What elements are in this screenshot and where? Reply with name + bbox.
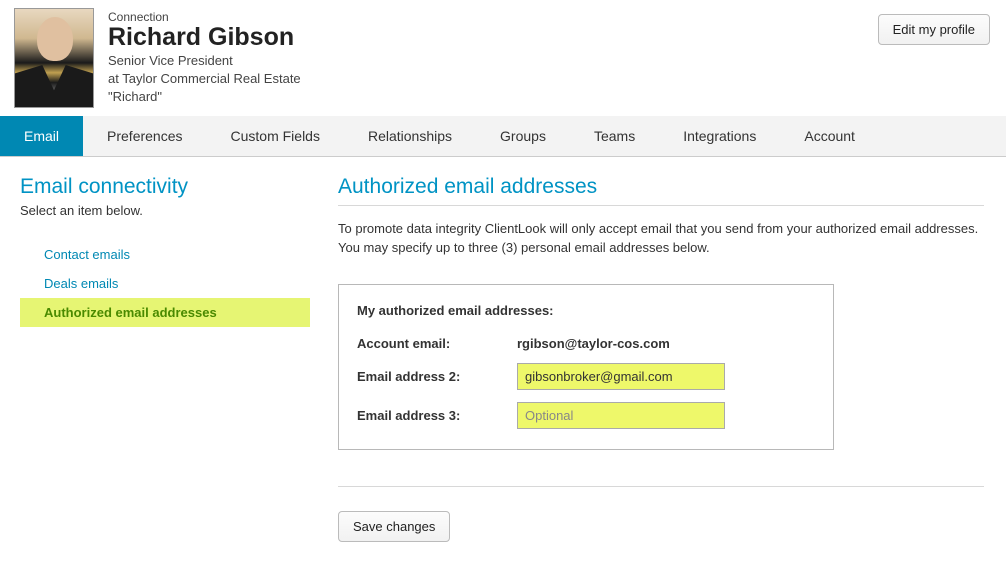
sidebar-title: Email connectivity bbox=[20, 175, 310, 199]
save-button[interactable]: Save changes bbox=[338, 511, 450, 542]
sidebar-item-label: Authorized email addresses bbox=[20, 302, 310, 323]
sidebar-item-label: Deals emails bbox=[20, 273, 310, 294]
email2-input[interactable] bbox=[517, 363, 725, 390]
tab-custom-fields[interactable]: Custom Fields bbox=[207, 116, 344, 156]
profile-header: Connection Richard Gibson Senior Vice Pr… bbox=[0, 0, 1006, 112]
tab-preferences[interactable]: Preferences bbox=[83, 116, 206, 156]
intro-text: To promote data integrity ClientLook wil… bbox=[338, 220, 984, 258]
tab-bar: Email Preferences Custom Fields Relation… bbox=[0, 116, 1006, 157]
tab-groups[interactable]: Groups bbox=[476, 116, 570, 156]
sidebar-item-label: Contact emails bbox=[20, 244, 310, 265]
sidebar-item-contact-emails[interactable]: Contact emails bbox=[20, 240, 310, 269]
avatar bbox=[14, 8, 94, 108]
email3-row: Email address 3: bbox=[357, 402, 815, 429]
sidebar-help: Select an item below. bbox=[20, 203, 310, 218]
email3-label: Email address 3: bbox=[357, 408, 517, 423]
main-panel: Authorized email addresses To promote da… bbox=[338, 175, 984, 542]
profile-name: Richard Gibson bbox=[108, 24, 301, 52]
sidebar-item-authorized-emails[interactable]: Authorized email addresses bbox=[20, 298, 310, 327]
account-email-value: rgibson@taylor-cos.com bbox=[517, 336, 670, 351]
divider bbox=[338, 486, 984, 487]
sidebar: Email connectivity Select an item below.… bbox=[20, 175, 310, 542]
tab-teams[interactable]: Teams bbox=[570, 116, 659, 156]
tab-email[interactable]: Email bbox=[0, 116, 83, 156]
page-title: Authorized email addresses bbox=[338, 175, 984, 199]
tab-relationships[interactable]: Relationships bbox=[344, 116, 476, 156]
sidebar-list: Contact emails Deals emails Authorized e… bbox=[20, 240, 310, 327]
sidebar-item-deals-emails[interactable]: Deals emails bbox=[20, 269, 310, 298]
account-email-label: Account email: bbox=[357, 336, 517, 351]
divider bbox=[338, 205, 984, 206]
email2-row: Email address 2: bbox=[357, 363, 815, 390]
panel-title: My authorized email addresses: bbox=[357, 303, 815, 318]
account-email-row: Account email: rgibson@taylor-cos.com bbox=[357, 336, 815, 351]
edit-profile-button[interactable]: Edit my profile bbox=[878, 14, 990, 45]
profile-title: Senior Vice President bbox=[108, 52, 301, 70]
tab-account[interactable]: Account bbox=[780, 116, 879, 156]
email3-input[interactable] bbox=[517, 402, 725, 429]
profile-info: Connection Richard Gibson Senior Vice Pr… bbox=[108, 8, 301, 108]
connection-type-label: Connection bbox=[108, 10, 301, 24]
content-area: Email connectivity Select an item below.… bbox=[0, 157, 1006, 566]
authorized-emails-panel: My authorized email addresses: Account e… bbox=[338, 284, 834, 450]
email2-label: Email address 2: bbox=[357, 369, 517, 384]
tab-integrations[interactable]: Integrations bbox=[659, 116, 780, 156]
profile-nickname: "Richard" bbox=[108, 88, 301, 106]
profile-company: at Taylor Commercial Real Estate bbox=[108, 70, 301, 88]
